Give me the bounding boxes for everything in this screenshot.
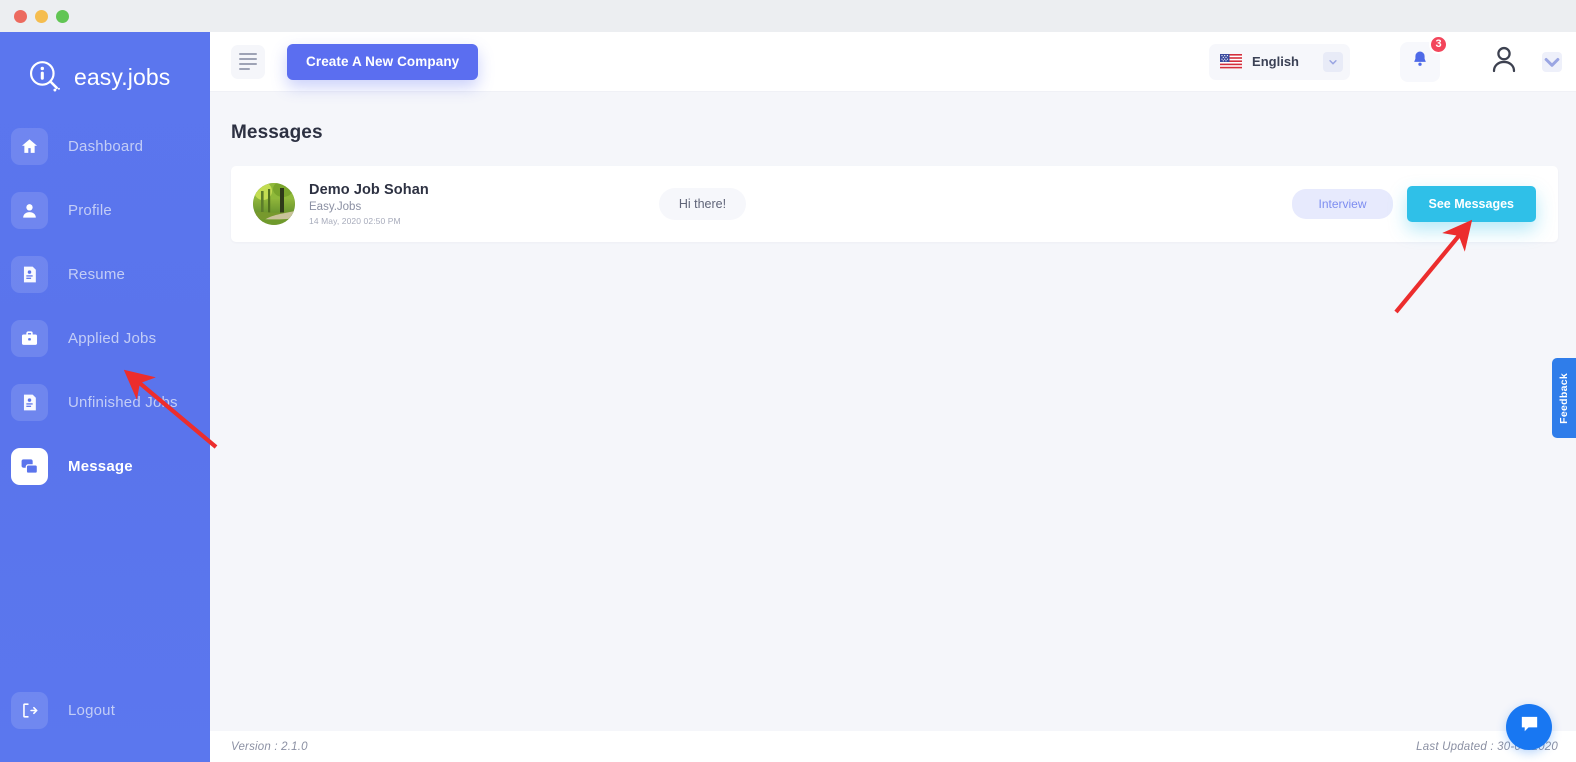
message-company: Easy.Jobs (309, 201, 362, 213)
message-sender-info: Demo Job Sohan Easy.Jobs 14 May, 2020 02… (309, 182, 429, 226)
sidebar-item-label: Applied Jobs (68, 329, 157, 347)
header-right-group: English 3 (1209, 34, 1576, 82)
user-avatar-icon (1488, 43, 1520, 80)
message-list-item[interactable]: Demo Job Sohan Easy.Jobs 14 May, 2020 02… (231, 166, 1558, 242)
sidebar-nav: Dashboard Profile Resume Applied Jobs Un… (0, 122, 210, 490)
hamburger-icon[interactable] (231, 44, 265, 79)
forest-photo-avatar (253, 183, 295, 225)
window-titlebar (0, 0, 1576, 32)
notification-count-badge: 3 (1429, 34, 1448, 54)
sidebar-item-label: Profile (68, 201, 112, 219)
account-button[interactable] (1488, 43, 1520, 80)
create-new-company-button[interactable]: Create A New Company (287, 43, 479, 80)
footer: Version : 2.1.0 Last Updated : 30-04-202… (210, 731, 1576, 762)
language-value: English (1252, 54, 1299, 69)
sidebar-item-dashboard[interactable]: Dashboard (0, 122, 210, 170)
maximize-window-button[interactable] (56, 9, 69, 23)
chevron-down-icon[interactable] (1323, 51, 1343, 72)
sidebar: easy.jobs Dashboard Profile Resume Appli… (0, 32, 210, 762)
message-preview-bubble: Hi there! (658, 188, 747, 220)
messenger-chat-icon (1518, 713, 1541, 741)
account-chevron-down-icon[interactable] (1542, 51, 1562, 72)
app-window: easy.jobs Dashboard Profile Resume Appli… (0, 0, 1576, 762)
close-window-button[interactable] (14, 9, 27, 23)
see-messages-button[interactable]: See Messages (1406, 186, 1536, 222)
logout-section: Logout (0, 686, 210, 750)
sidebar-item-label: Unfinished Jobs (68, 393, 178, 411)
notifications-button[interactable]: 3 (1400, 34, 1448, 82)
sidebar-item-applied-jobs[interactable]: Applied Jobs (0, 314, 210, 362)
message-sender-name: Demo Job Sohan (309, 182, 429, 198)
sidebar-item-unfinished-jobs[interactable]: Unfinished Jobs (0, 378, 210, 426)
magnifier-info-logo-icon (27, 59, 63, 95)
sidebar-item-label: Dashboard (68, 137, 144, 155)
chat-widget-button[interactable] (1506, 704, 1552, 750)
document-id-icon (11, 383, 48, 421)
sidebar-item-profile[interactable]: Profile (0, 186, 210, 234)
user-icon (11, 191, 48, 229)
sidebar-item-label: Resume (68, 265, 126, 283)
sidebar-item-logout[interactable]: Logout (0, 686, 210, 734)
language-selector[interactable]: English (1209, 43, 1350, 80)
message-actions: Interview See Messages (1292, 186, 1536, 222)
home-icon (11, 127, 48, 165)
us-flag-icon (1220, 54, 1243, 69)
status-badge-interview[interactable]: Interview (1292, 189, 1393, 219)
sidebar-item-resume[interactable]: Resume (0, 250, 210, 298)
brand[interactable]: easy.jobs (0, 32, 210, 100)
top-header: Create A New Company English 3 (210, 32, 1576, 92)
main-content: Messages Demo Job Sohan Easy.Jobs 14 May… (210, 92, 1576, 731)
feedback-tab[interactable]: Feedback (1552, 358, 1576, 438)
version-label: Version : 2.1.0 (231, 740, 308, 753)
feedback-tab-label: Feedback (1558, 372, 1570, 424)
brand-name: easy.jobs (74, 63, 171, 90)
message-timestamp: 14 May, 2020 02:50 PM (309, 216, 401, 226)
chat-icon (11, 447, 48, 485)
page-title: Messages (231, 122, 323, 143)
sidebar-item-message[interactable]: Message (0, 442, 210, 490)
logout-icon (11, 691, 48, 729)
bell-icon (1410, 49, 1430, 74)
minimize-window-button[interactable] (35, 9, 48, 23)
resume-icon (11, 255, 48, 293)
briefcase-icon (11, 319, 48, 357)
logout-label: Logout (68, 701, 116, 719)
sidebar-item-label: Message (68, 457, 133, 475)
